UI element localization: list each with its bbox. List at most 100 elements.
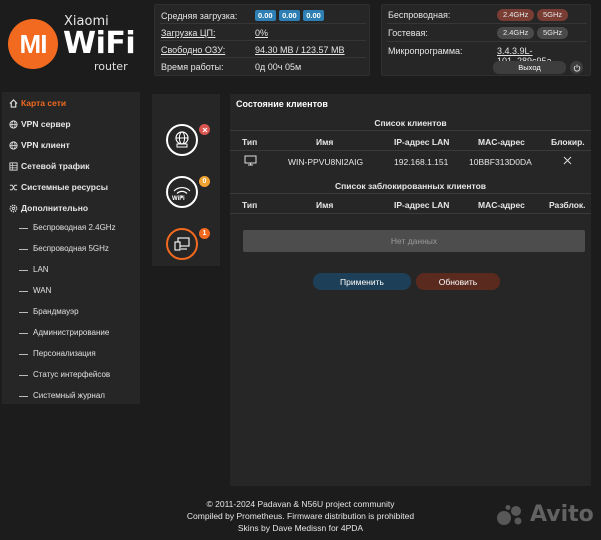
sidebar-item-label: Сетевой трафик xyxy=(21,161,90,171)
cpu-label[interactable]: Загрузка ЦП: xyxy=(161,28,216,38)
sidebar-nav: Карта сети VPN сервер VPN клиент Сетевой… xyxy=(2,92,140,404)
col-ip: IP-адрес LAN xyxy=(394,137,450,147)
load-badge-2: 0.00 xyxy=(279,10,300,21)
wireless-label: Беспроводная: xyxy=(388,10,451,20)
wifi-icon-label: WiFi xyxy=(172,196,185,202)
guest-label: Гостевая: xyxy=(388,28,428,38)
sidebar-sub-syslog[interactable]: Системный журнал xyxy=(2,386,140,406)
wireless-row: Беспроводная: 2.4GHz 5GHz xyxy=(387,6,587,24)
col-mac: MAC-адрес xyxy=(478,200,525,210)
apply-button[interactable]: Применить xyxy=(313,273,411,290)
sidebar-sub-label: Статус интерфейсов xyxy=(33,370,111,379)
load-values: 0.00 0.00 0.00 xyxy=(255,10,325,21)
sidebar-sub-admin[interactable]: Администрирование xyxy=(2,323,140,343)
col-type: Тип xyxy=(242,200,258,210)
sidebar-sub-label: WAN xyxy=(33,286,52,295)
sidebar-item-label: VPN клиент xyxy=(21,140,70,150)
col-mac: MAC-адрес xyxy=(478,137,525,147)
uptime-row: Время работы: 0д 00ч 05м xyxy=(160,58,366,75)
sidebar-sub-label: Беспроводная 2.4GHz xyxy=(33,223,116,232)
shuffle-icon xyxy=(8,182,18,192)
sidebar-sub-label: Системный журнал xyxy=(33,391,105,400)
sidebar-sub-wan[interactable]: WAN xyxy=(2,281,140,301)
sidebar-sub-label: LAN xyxy=(33,265,49,274)
client-mac: 10BBF313D0DA xyxy=(469,157,532,167)
blocked-list-title: Список заблокированных клиентов xyxy=(334,181,487,191)
internet-globe-icon xyxy=(175,131,189,148)
firmware-label: Микропрограмма: xyxy=(388,46,463,56)
guest-row: Гостевая: 2.4GHz 5GHz xyxy=(387,24,587,42)
clients-count-badge: 1 xyxy=(199,228,210,239)
wireless-info-panel: Беспроводная: 2.4GHz 5GHz Гостевая: 2.4G… xyxy=(381,4,591,76)
sidebar-item-vpn-client[interactable]: VPN клиент xyxy=(2,135,140,155)
col-block: Блокир. xyxy=(551,137,585,147)
avito-text: Avito xyxy=(530,502,594,527)
wireless-5-pill[interactable]: 5GHz xyxy=(537,9,569,21)
sidebar-item-advanced[interactable]: Дополнительно xyxy=(2,198,140,218)
wifi-count-badge: 0 xyxy=(199,176,210,187)
client-ip: 192.168.1.151 xyxy=(394,157,449,167)
col-name: Имя xyxy=(316,137,334,147)
sidebar-item-label: Карта сети xyxy=(21,98,67,108)
gear-icon xyxy=(8,203,18,213)
col-name: Имя xyxy=(316,200,334,210)
sidebar-sub-iface-status[interactable]: Статус интерфейсов xyxy=(2,365,140,385)
sidebar-sub-wireless-24[interactable]: Беспроводная 2.4GHz xyxy=(2,218,140,238)
sidebar-sub-firewall[interactable]: Брандмауэр xyxy=(2,302,140,322)
page-title: Состояние клиентов xyxy=(236,99,328,109)
client-name: WIN-PPVU8NI2AIG xyxy=(288,157,364,167)
clients-status-button[interactable] xyxy=(166,228,198,260)
guest-5-pill[interactable]: 5GHz xyxy=(537,27,569,39)
network-map-icons: WiFi 0 1 xyxy=(152,94,220,266)
clients-devices-icon xyxy=(174,237,190,251)
system-status-panel: Средняя загрузка: 0.00 0.00 0.00 Загрузк… xyxy=(154,4,370,76)
internet-status-button[interactable] xyxy=(166,124,198,156)
uptime-label: Время работы: xyxy=(161,62,224,72)
close-icon xyxy=(563,156,572,165)
sidebar-item-vpn-server[interactable]: VPN сервер xyxy=(2,114,140,134)
ram-label[interactable]: Свободно ОЗУ: xyxy=(161,45,225,55)
logo-mi-text: MI xyxy=(19,28,48,59)
table-row: WIN-PPVU8NI2AIG 192.168.1.151 10BBF313D0… xyxy=(230,151,591,171)
wireless-24-pill[interactable]: 2.4GHz xyxy=(497,9,535,21)
sidebar-sub-lan[interactable]: LAN xyxy=(2,260,140,280)
col-unblock: Разблок. xyxy=(549,200,586,210)
avito-watermark: Avito xyxy=(496,502,596,527)
traffic-icon xyxy=(8,161,18,171)
sidebar-sub-label: Персонализация xyxy=(33,349,96,358)
sidebar-sub-personalize[interactable]: Персонализация xyxy=(2,344,140,364)
clients-list-title: Список клиентов xyxy=(374,118,447,128)
computer-icon xyxy=(244,155,257,168)
clients-status-panel: Состояние клиентов Список клиентов Тип И… xyxy=(230,94,591,486)
power-button[interactable] xyxy=(570,61,583,74)
sidebar-item-label: Системные ресурсы xyxy=(21,182,108,192)
power-icon xyxy=(573,64,580,72)
load-label: Средняя загрузка: xyxy=(161,11,238,21)
sidebar-item-traffic[interactable]: Сетевой трафик xyxy=(2,156,140,176)
sidebar-sub-wireless-5[interactable]: Беспроводная 5GHz xyxy=(2,239,140,259)
firmware-row: Микропрограмма: 3.4.3.9L-101_289c95a xyxy=(387,42,587,66)
ram-value[interactable]: 94.30 MB / 123.57 MB xyxy=(255,45,345,55)
sidebar-item-network-map[interactable]: Карта сети xyxy=(2,93,140,113)
avito-logo-icon xyxy=(497,505,522,525)
col-ip: IP-адрес LAN xyxy=(394,200,450,210)
sidebar-sub-label: Беспроводная 5GHz xyxy=(33,244,109,253)
sidebar-item-resources[interactable]: Системные ресурсы xyxy=(2,177,140,197)
close-icon xyxy=(202,127,207,132)
mi-logo-circle: MI xyxy=(8,19,58,69)
block-client-button[interactable] xyxy=(563,156,572,167)
logout-button[interactable]: Выход xyxy=(493,61,566,74)
cpu-row: Загрузка ЦП: 0% xyxy=(160,24,366,41)
col-type: Тип xyxy=(242,137,258,147)
globe-icon xyxy=(8,140,18,150)
sidebar-item-label: Дополнительно xyxy=(21,203,89,213)
globe-icon xyxy=(8,119,18,129)
no-data-placeholder: Нет данных xyxy=(243,230,585,252)
logo-wifi: WiFi xyxy=(63,26,136,61)
internet-error-badge xyxy=(199,124,210,135)
refresh-button[interactable]: Обновить xyxy=(416,273,500,290)
cpu-value[interactable]: 0% xyxy=(255,28,268,38)
sidebar-sub-label: Администрирование xyxy=(33,328,110,337)
wifi-status-button[interactable] xyxy=(166,176,198,208)
guest-24-pill[interactable]: 2.4GHz xyxy=(497,27,535,39)
